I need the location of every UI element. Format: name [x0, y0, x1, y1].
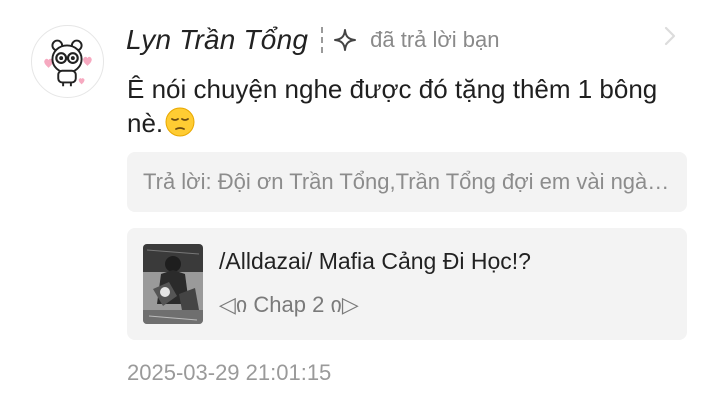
avatar[interactable]: [31, 25, 104, 98]
story-cover-image: [143, 244, 203, 324]
timestamp: 2025-03-29 21:01:15: [127, 360, 332, 385]
separator: [321, 27, 324, 53]
reply-quote[interactable]: Trả lời: Đội ơn Trần Tổng,Trần Tổng đợi …: [127, 152, 687, 212]
story-title: /Alldazai/ Mafia Cảng Đi Học!?: [219, 248, 531, 274]
story-chapter: ◁ი Chap 2 ი▷: [219, 292, 359, 317]
comment-text: Ê nói chuyện nghe được đó tặng thêm 1 bô…: [127, 74, 658, 138]
action-text: đã trả lời bạn: [370, 27, 500, 52]
sparkle-icon: [334, 29, 357, 51]
notification-row[interactable]: Lyn Trần Tổng đã trả lời bạn Ê nói chuyệ…: [0, 0, 719, 415]
username[interactable]: Lyn Trần Tổng: [126, 24, 308, 56]
story-card[interactable]: /Alldazai/ Mafia Cảng Đi Học!? ◁ი Chap 2…: [127, 228, 687, 340]
pensive-face-icon: [165, 107, 195, 137]
reply-preview-text: Trả lời: Đội ơn Trần Tổng,Trần Tổng đợi …: [143, 169, 671, 194]
chevron-right-icon[interactable]: [660, 24, 680, 48]
comment-header: Lyn Trần Tổng đã trả lời bạn: [126, 20, 500, 60]
comment-message: Ê nói chuyện nghe được đó tặng thêm 1 bô…: [127, 72, 687, 140]
